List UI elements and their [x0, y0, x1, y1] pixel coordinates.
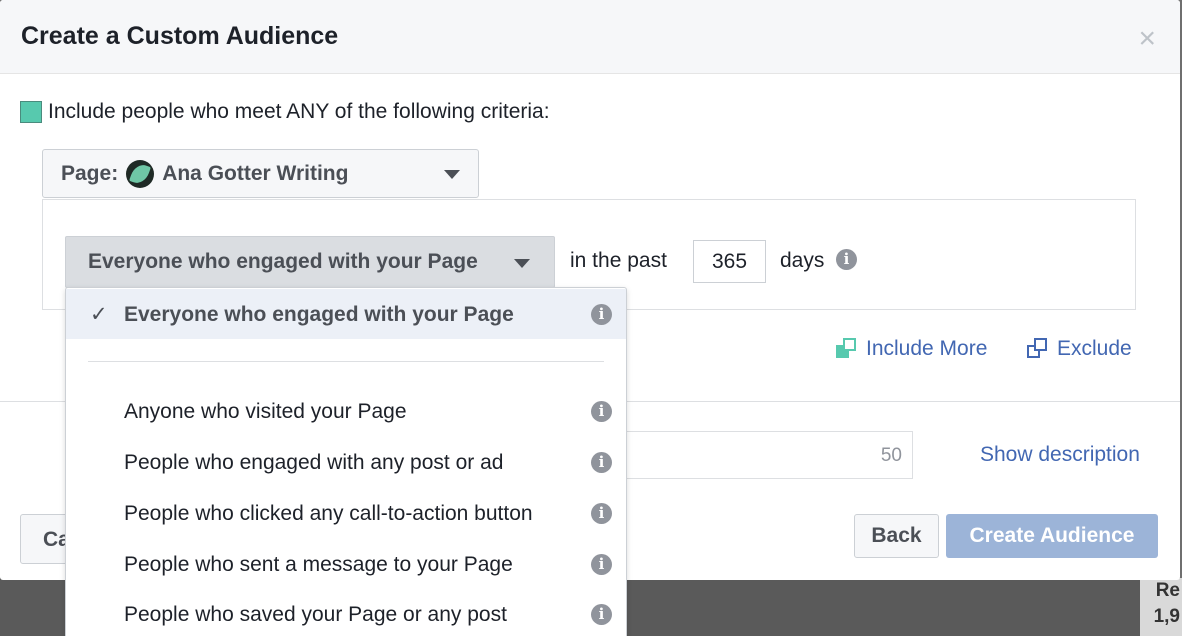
menu-item-label: Anyone who visited your Page	[124, 400, 407, 423]
info-icon[interactable]: i	[836, 249, 857, 270]
audience-name-input[interactable]: 50	[620, 431, 913, 479]
include-squares-icon	[836, 338, 858, 360]
menu-item-label: Everyone who engaged with your Page	[124, 303, 514, 326]
engagement-type-dropdown[interactable]: Everyone who engaged with your Page	[65, 236, 555, 288]
menu-item-label: People who saved your Page or any post	[124, 603, 507, 626]
info-icon[interactable]: i	[591, 604, 612, 625]
chevron-down-icon	[514, 259, 530, 268]
menu-item-label: People who sent a message to your Page	[124, 553, 513, 576]
exclude-squares-icon	[1027, 338, 1049, 360]
menu-separator	[88, 361, 604, 362]
menu-item[interactable]: People who engaged with any post or ad i	[66, 437, 626, 487]
page-name: Ana Gotter Writing	[162, 161, 349, 185]
menu-item-selected[interactable]: ✓ Everyone who engaged with your Page i	[66, 289, 626, 339]
in-the-past-label: in the past	[570, 249, 667, 272]
days-label: days	[780, 249, 825, 272]
menu-item[interactable]: People who saved your Page or any post i	[66, 589, 626, 636]
exclude-label: Exclude	[1057, 337, 1132, 360]
dialog-header: Create a Custom Audience ×	[0, 0, 1180, 74]
engagement-type-label: Everyone who engaged with your Page	[88, 250, 478, 273]
char-count: 50	[880, 445, 902, 466]
check-icon: ✓	[90, 302, 108, 326]
menu-item-label: People who clicked any call-to-action bu…	[124, 502, 533, 525]
menu-item[interactable]: Anyone who visited your Page i	[66, 386, 626, 436]
exclude-link[interactable]: Exclude	[1027, 337, 1132, 361]
show-description-link[interactable]: Show description	[980, 443, 1140, 467]
include-more-link[interactable]: Include More	[836, 337, 987, 361]
create-audience-button[interactable]: Create Audience	[946, 514, 1158, 558]
days-input[interactable]	[693, 240, 766, 283]
info-icon[interactable]: i	[591, 452, 612, 473]
background-text: Re	[1155, 580, 1180, 601]
menu-item[interactable]: People who clicked any call-to-action bu…	[66, 488, 626, 538]
menu-item-label: People who engaged with any post or ad	[124, 451, 504, 474]
back-button[interactable]: Back	[854, 514, 939, 558]
criteria-color-swatch	[20, 101, 42, 123]
close-icon[interactable]: ×	[1138, 24, 1156, 54]
info-icon[interactable]: i	[591, 503, 612, 524]
chevron-down-icon	[444, 170, 460, 179]
info-icon[interactable]: i	[591, 401, 612, 422]
page-avatar	[126, 159, 155, 188]
criteria-text: Include people who meet ANY of the follo…	[48, 100, 550, 123]
background-text: 1,9	[1153, 606, 1180, 627]
info-icon[interactable]: i	[591, 304, 612, 325]
info-icon[interactable]: i	[591, 554, 612, 575]
background-card: Re 1,9	[1140, 578, 1182, 636]
page-selector[interactable]: Page: Ana Gotter Writing	[42, 149, 479, 198]
criteria-row: Include people who meet ANY of the follo…	[20, 100, 550, 124]
include-more-label: Include More	[866, 337, 988, 360]
dialog-title: Create a Custom Audience	[21, 22, 339, 50]
engagement-type-menu: ✓ Everyone who engaged with your Page i …	[65, 287, 627, 636]
menu-item[interactable]: People who sent a message to your Page i	[66, 539, 626, 589]
page-selector-label: Page:	[61, 161, 119, 185]
